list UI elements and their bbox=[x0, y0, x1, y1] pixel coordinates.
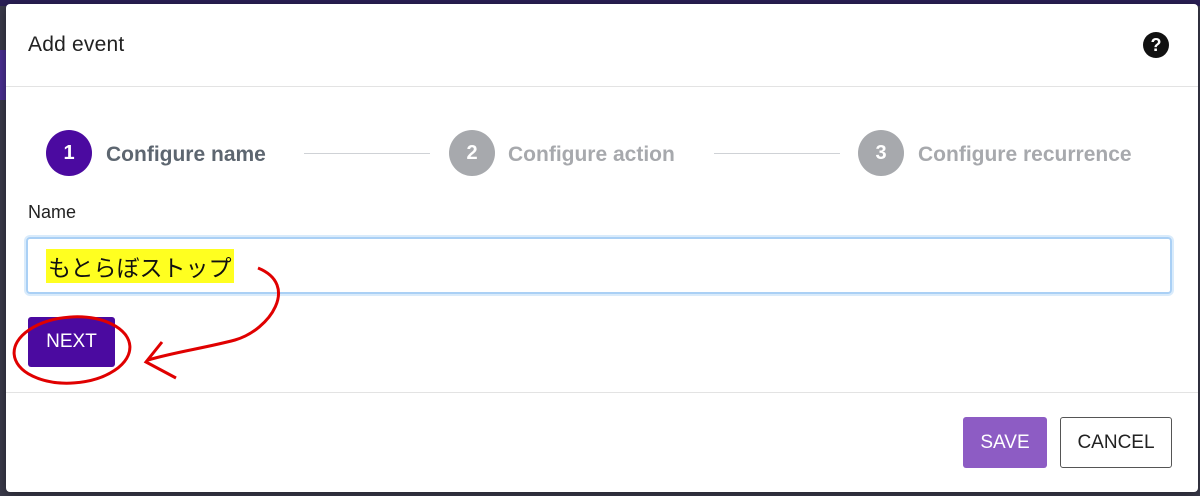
dialog-title: Add event bbox=[28, 33, 125, 56]
dialog-header: Add event ? bbox=[6, 4, 1198, 87]
step-2-label: Configure action bbox=[508, 143, 675, 166]
save-button[interactable]: SAVE bbox=[963, 417, 1047, 468]
help-icon[interactable]: ? bbox=[1143, 32, 1169, 58]
footer-divider bbox=[6, 392, 1198, 393]
step-connector-2 bbox=[714, 153, 840, 154]
cancel-button[interactable]: CANCEL bbox=[1060, 417, 1172, 468]
step-connector-1 bbox=[304, 153, 430, 154]
step-1-label: Configure name bbox=[106, 143, 266, 166]
name-field-label: Name bbox=[28, 202, 77, 222]
step-1-number: 1 bbox=[46, 130, 92, 176]
stepper: 1 Configure name 2 Configure action 3 Co… bbox=[6, 130, 1198, 180]
name-input[interactable]: もとらぼストップ bbox=[26, 237, 1172, 294]
step-3-number: 3 bbox=[858, 130, 904, 176]
next-button[interactable]: NEXT bbox=[28, 317, 115, 367]
step-2-number: 2 bbox=[449, 130, 495, 176]
step-3-label: Configure recurrence bbox=[918, 143, 1132, 166]
name-input-value: もとらぼストップ bbox=[46, 248, 234, 283]
add-event-dialog: Add event ? 1 Configure name 2 Configure… bbox=[6, 4, 1198, 492]
